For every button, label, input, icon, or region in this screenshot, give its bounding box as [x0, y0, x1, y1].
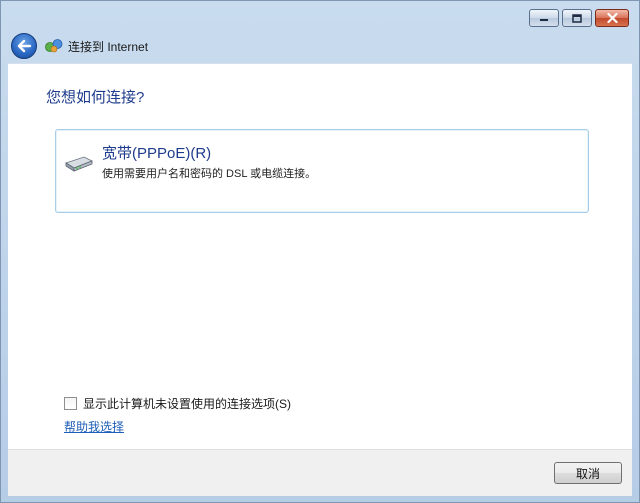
- window-title: 连接到 Internet: [68, 40, 149, 54]
- content-pane: 您想如何连接? 宽带(PPPoE)(R) 使用需要用户名和密码的 DSL 或电缆…: [8, 63, 632, 449]
- option-title: 宽带(PPPoE)(R): [102, 145, 212, 162]
- page-heading: 您想如何连接?: [46, 89, 145, 106]
- close-button[interactable]: [595, 9, 629, 27]
- maximize-icon: [572, 13, 582, 23]
- minimize-icon: [540, 19, 548, 21]
- show-options-checkbox-row[interactable]: 显示此计算机未设置使用的连接选项(S): [64, 395, 291, 412]
- dialog-window: 连接到 Internet 您想如何连接? 宽带(PPPoE)(R) 使用需要用户…: [0, 0, 640, 503]
- network-globe-icon: [45, 39, 63, 53]
- option-broadband-pppoe[interactable]: 宽带(PPPoE)(R) 使用需要用户名和密码的 DSL 或电缆连接。: [55, 129, 589, 213]
- minimize-button[interactable]: [529, 9, 559, 27]
- back-arrow-icon: [17, 39, 32, 53]
- maximize-button[interactable]: [562, 9, 592, 27]
- cancel-button[interactable]: 取消: [554, 462, 622, 484]
- checkbox-label: 显示此计算机未设置使用的连接选项(S): [83, 397, 291, 411]
- close-icon: [606, 13, 618, 23]
- option-description: 使用需要用户名和密码的 DSL 或电缆连接。: [102, 168, 317, 180]
- show-options-checkbox[interactable]: [64, 397, 77, 410]
- caption-buttons: [529, 9, 629, 27]
- dialog-footer: 取消: [8, 449, 632, 496]
- help-me-choose-link[interactable]: 帮助我选择: [64, 418, 124, 435]
- broadband-modem-icon: [65, 156, 93, 172]
- back-button[interactable]: [11, 33, 37, 59]
